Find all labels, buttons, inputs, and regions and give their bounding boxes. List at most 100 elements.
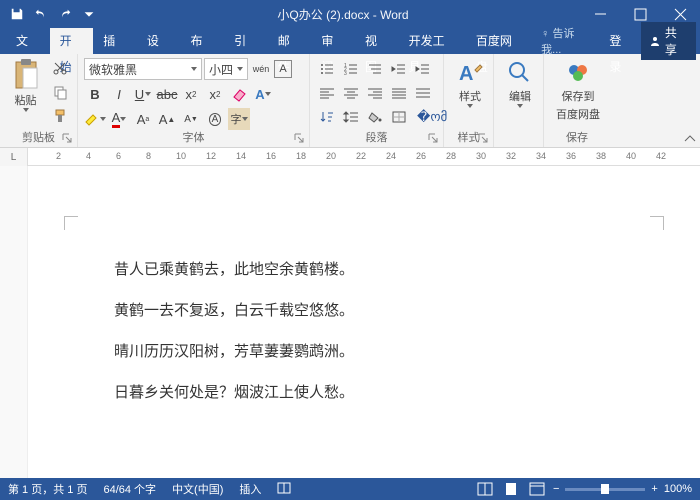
superscript-button[interactable]: x2 xyxy=(204,83,226,105)
italic-button[interactable]: I xyxy=(108,83,130,105)
document-text[interactable]: 昔人已乘黄鹤去，此地空余黄鹤楼。 黄鹤一去不复返，白云千载空悠悠。 晴川历历汉阳… xyxy=(64,178,664,412)
ruler-mark: 20 xyxy=(326,151,336,161)
save-to-baidu-button[interactable]: 保存到 百度网盘 xyxy=(550,58,606,122)
tab-home[interactable]: 开始 xyxy=(50,28,94,54)
chevron-down-icon xyxy=(120,117,126,121)
book-icon xyxy=(277,481,291,495)
tab-devtools[interactable]: 开发工具 xyxy=(399,28,466,54)
view-web-button[interactable] xyxy=(527,481,547,497)
horizontal-ruler[interactable]: 24681012141618202224262830323436384042 xyxy=(28,148,700,165)
sort-icon xyxy=(320,111,334,123)
view-read-button[interactable] xyxy=(475,481,495,497)
decrease-indent-button[interactable] xyxy=(388,58,410,80)
qat-customize-icon[interactable] xyxy=(78,3,100,25)
tell-me[interactable]: ♀ 告诉我... xyxy=(533,25,601,57)
undo-icon[interactable] xyxy=(30,3,52,25)
status-accessibility[interactable] xyxy=(277,481,291,498)
tab-design[interactable]: 设计 xyxy=(137,28,181,54)
text-line[interactable]: 晴川历历汉阳树，芳草萋萋鹦鹉洲。 xyxy=(114,332,614,371)
login-button[interactable]: 登录 xyxy=(601,28,640,54)
tab-layout[interactable]: 布局 xyxy=(181,28,225,54)
underline-button[interactable]: U xyxy=(132,83,154,105)
align-left-button[interactable] xyxy=(316,82,338,104)
styles-button[interactable]: A 样式 xyxy=(450,58,490,108)
zoom-out-button[interactable]: − xyxy=(553,483,559,495)
bullets-button[interactable] xyxy=(316,58,338,80)
change-case-button[interactable]: 字 xyxy=(228,108,250,130)
view-print-button[interactable] xyxy=(501,481,521,497)
align-center-icon xyxy=(344,87,358,99)
ruler-mark: 32 xyxy=(506,151,516,161)
subscript-button[interactable]: x2 xyxy=(180,83,202,105)
justify-button[interactable] xyxy=(388,82,410,104)
grow-font-button[interactable]: A▲ xyxy=(156,108,178,130)
zoom-level[interactable]: 100% xyxy=(664,483,692,495)
highlight-button[interactable] xyxy=(84,108,106,130)
zoom-in-button[interactable]: + xyxy=(651,483,657,495)
align-right-button[interactable] xyxy=(364,82,386,104)
save-icon[interactable] xyxy=(6,3,28,25)
tab-file[interactable]: 文件 xyxy=(6,28,50,54)
bold-button[interactable]: B xyxy=(84,83,106,105)
status-wordcount[interactable]: 64/64 个字 xyxy=(103,481,156,497)
paste-button[interactable]: 粘贴 xyxy=(6,58,45,126)
font-size-selector[interactable]: 小四 xyxy=(204,58,248,80)
character-border-button[interactable]: A xyxy=(274,60,292,78)
phonetic-guide-button[interactable]: wén xyxy=(250,58,272,80)
clear-format-button[interactable] xyxy=(228,83,250,105)
group-font-label: 字体 xyxy=(78,129,309,145)
ruler-mark: 18 xyxy=(296,151,306,161)
font-color-button[interactable]: A xyxy=(108,108,130,130)
status-insert-mode[interactable]: 插入 xyxy=(239,481,261,497)
styles-launcher[interactable] xyxy=(478,132,490,144)
list-number-icon: 123 xyxy=(344,63,358,75)
text-line[interactable]: 昔人已乘黄鹤去，此地空余黄鹤楼。 xyxy=(114,250,614,289)
shading-button[interactable] xyxy=(364,106,386,128)
borders-button[interactable] xyxy=(388,106,410,128)
show-marks-button[interactable]: �ომ xyxy=(412,106,434,128)
group-editing: 编辑 xyxy=(494,54,544,147)
sort-button[interactable] xyxy=(316,106,338,128)
numbering-button[interactable]: 123 xyxy=(340,58,362,80)
paragraph-launcher[interactable] xyxy=(428,132,440,144)
tab-mailings[interactable]: 邮件 xyxy=(268,28,312,54)
tab-baidu[interactable]: 百度网盘 xyxy=(466,28,533,54)
page-viewport[interactable]: 昔人已乘黄鹤去，此地空余黄鹤楼。 黄鹤一去不复返，白云千载空悠悠。 晴川历历汉阳… xyxy=(28,166,700,478)
format-painter-button[interactable] xyxy=(49,106,71,126)
text-line[interactable]: 日暮乡关何处是？烟波江上使人愁。 xyxy=(114,373,614,412)
copy-button[interactable] xyxy=(49,82,71,102)
tab-view[interactable]: 视图 xyxy=(355,28,399,54)
tab-references[interactable]: 引用 xyxy=(224,28,268,54)
editing-button[interactable]: 编辑 xyxy=(500,58,540,108)
font-launcher[interactable] xyxy=(294,132,306,144)
font-name-selector[interactable]: 微软雅黑 xyxy=(84,58,202,80)
clipboard-launcher[interactable] xyxy=(62,132,74,144)
status-language[interactable]: 中文(中国) xyxy=(172,481,223,497)
zoom-slider[interactable] xyxy=(565,488,645,491)
multilevel-list-button[interactable] xyxy=(364,58,386,80)
zoom-thumb[interactable] xyxy=(601,484,609,494)
ruler-corner[interactable]: L xyxy=(0,148,28,166)
vertical-ruler[interactable] xyxy=(0,166,28,478)
collapse-ribbon-button[interactable] xyxy=(680,54,700,147)
tab-review[interactable]: 审阅 xyxy=(311,28,355,54)
chevron-up-icon xyxy=(684,135,696,143)
align-center-button[interactable] xyxy=(340,82,362,104)
text-line[interactable]: 黄鹤一去不复返，白云千载空悠悠。 xyxy=(114,291,614,330)
chevron-down-icon xyxy=(23,108,29,112)
cut-button[interactable] xyxy=(49,58,71,78)
enclose-char-button[interactable]: A xyxy=(204,108,226,130)
shrink-font-button[interactable]: A▼ xyxy=(180,108,202,130)
ruler-mark: 2 xyxy=(56,151,61,161)
strikethrough-button[interactable]: abc xyxy=(156,83,178,105)
editing-label: 编辑 xyxy=(509,88,531,104)
text-effects-button[interactable]: A xyxy=(252,83,274,105)
status-page[interactable]: 第 1 页，共 1 页 xyxy=(8,481,87,497)
increase-indent-button[interactable] xyxy=(412,58,434,80)
border-icon xyxy=(392,111,406,123)
tab-insert[interactable]: 插入 xyxy=(93,28,137,54)
distribute-button[interactable] xyxy=(412,82,434,104)
redo-icon[interactable] xyxy=(54,3,76,25)
line-spacing-button[interactable] xyxy=(340,106,362,128)
char-shading-button[interactable]: Aa xyxy=(132,108,154,130)
